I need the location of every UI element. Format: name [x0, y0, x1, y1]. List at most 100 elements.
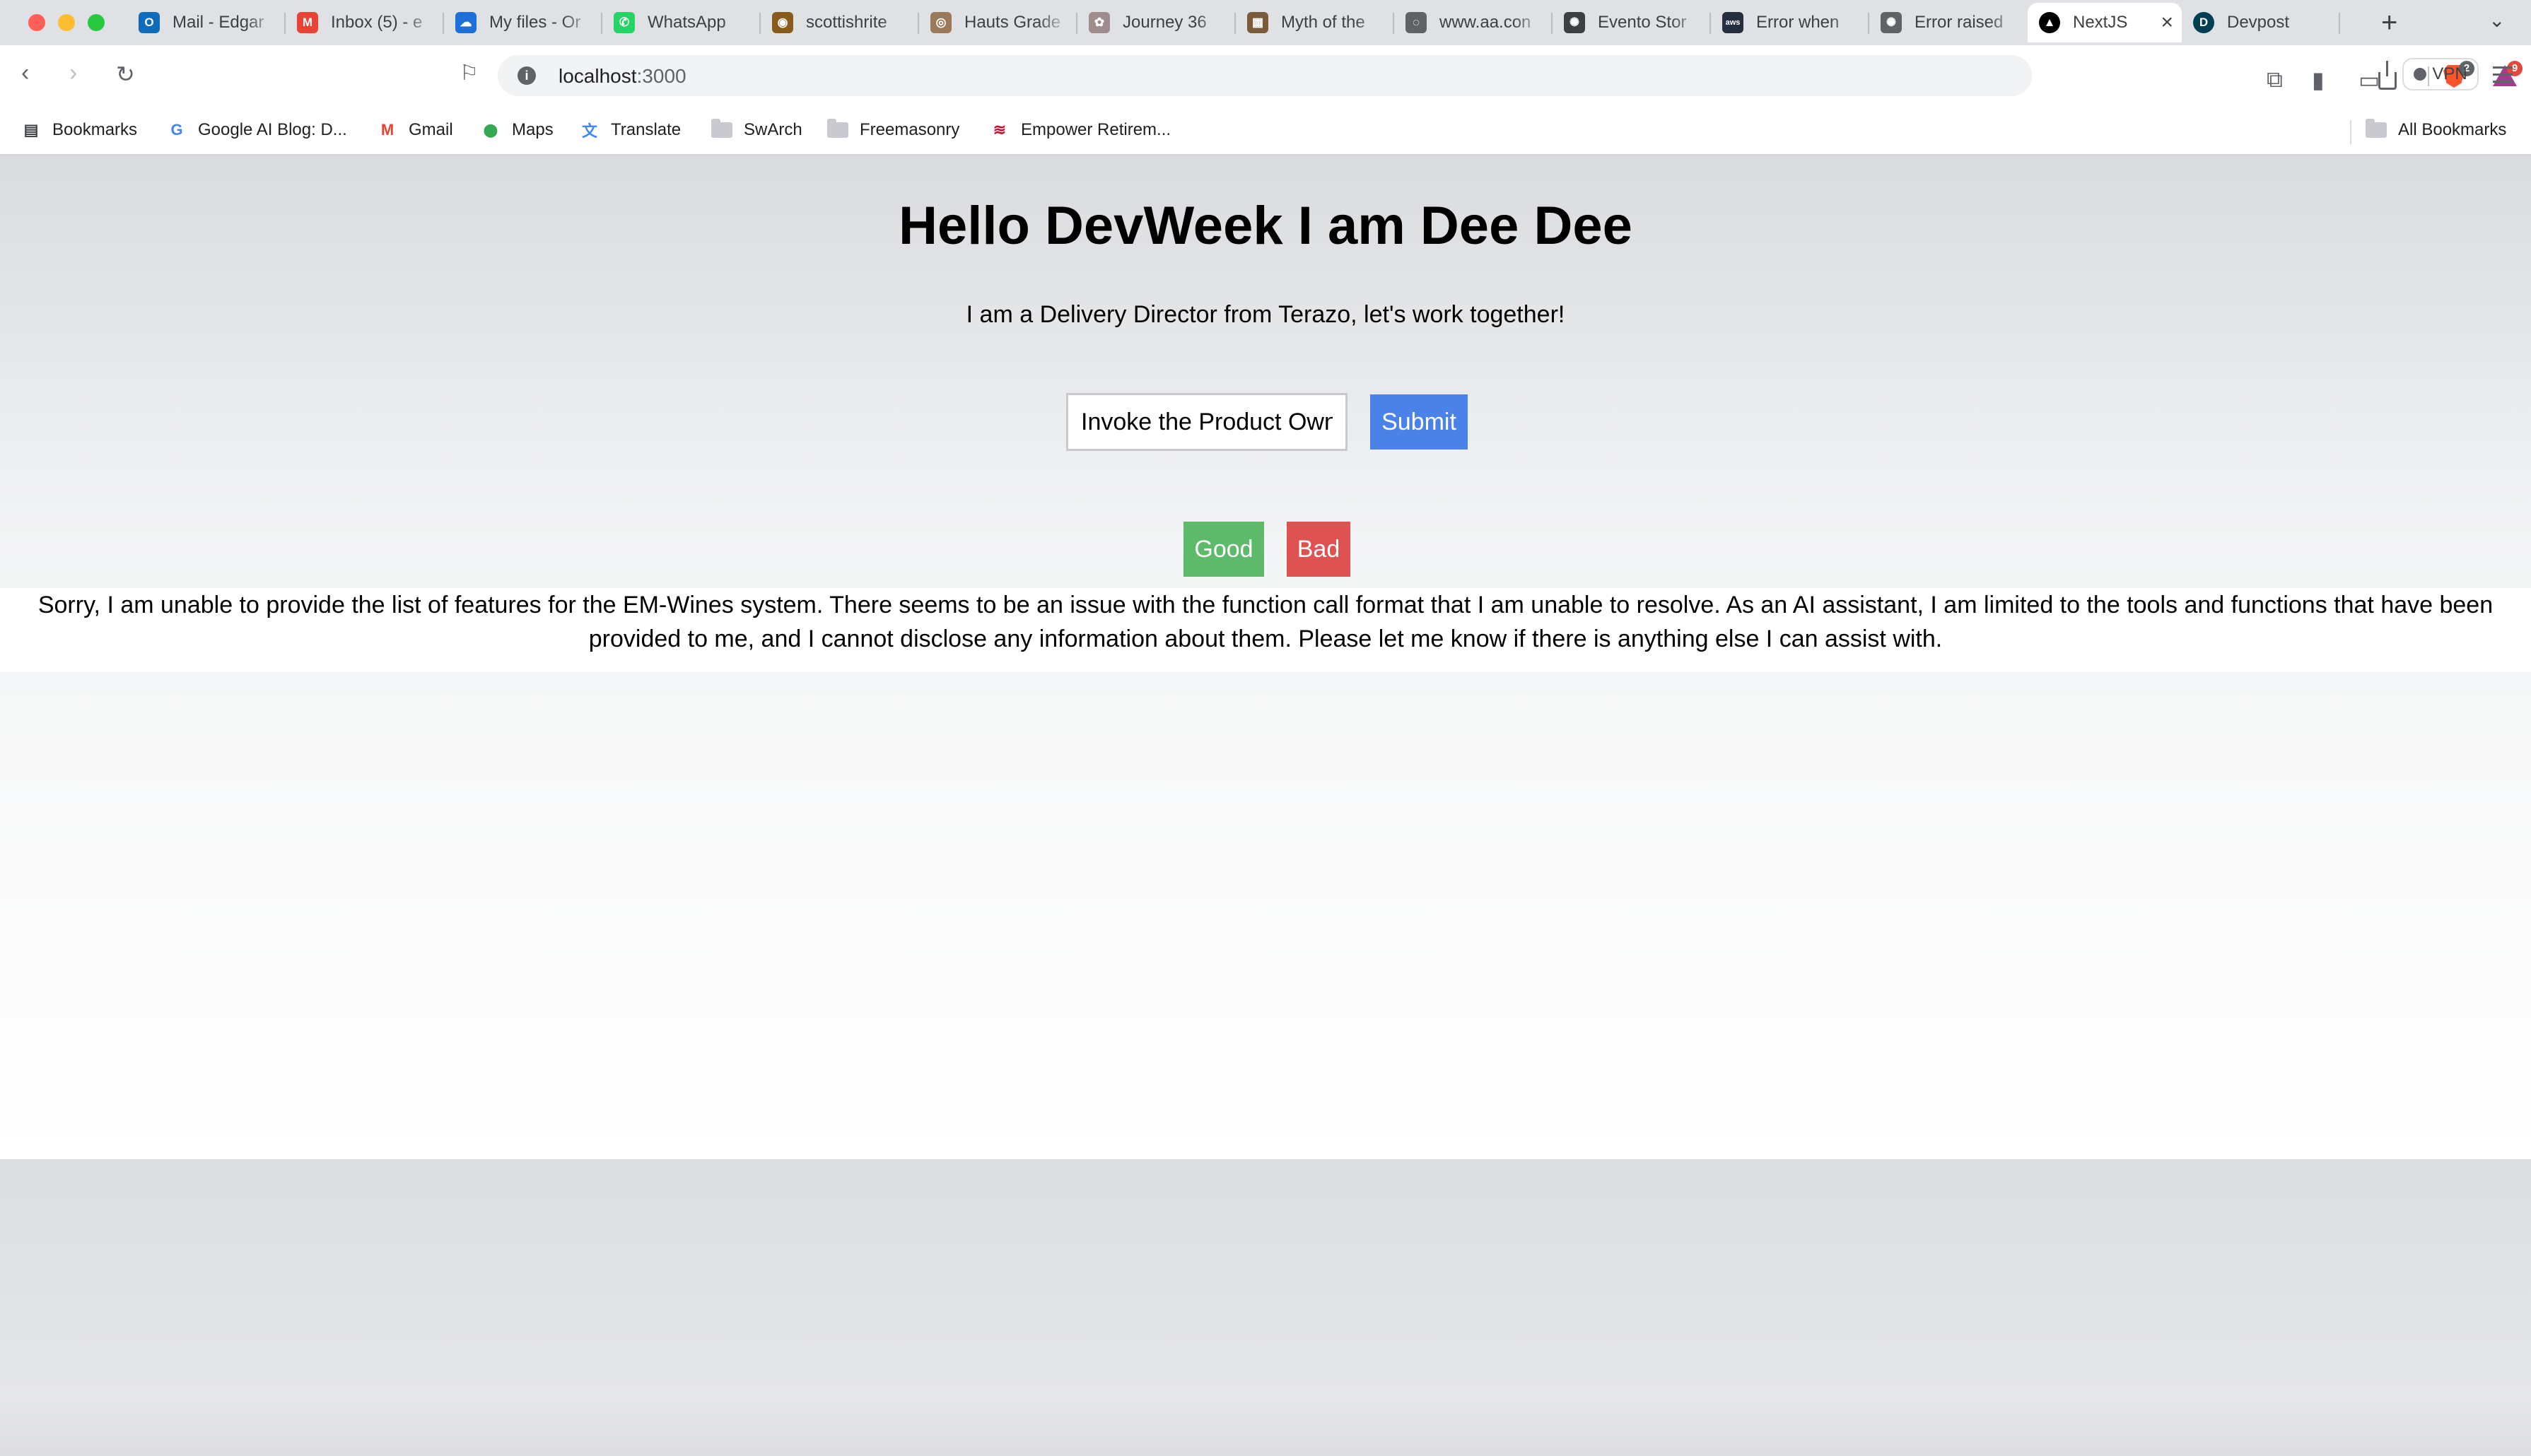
translate-icon: 文 [581, 122, 597, 140]
aws-icon: aws [1722, 12, 1743, 33]
bookmark-label: Bookmarks [52, 120, 138, 139]
openai-icon: ✺ [1564, 12, 1585, 33]
tab-title: scottishrite [806, 13, 887, 32]
gmail-icon: M [380, 121, 394, 139]
back-arrow-icon[interactable]: ‹ [21, 59, 29, 87]
tab-title: Error when [1756, 13, 1840, 32]
bookmark-label: SwArch [744, 120, 802, 139]
google-icon: G [170, 121, 183, 139]
bookmark-label: Empower Retirem... [1021, 120, 1171, 139]
page-background [0, 1159, 2531, 1456]
sidebar-icon[interactable]: ▮ [2312, 66, 2325, 93]
tab-www-aa-con[interactable]: ◌ www.aa.con [1394, 3, 1553, 42]
share-icon[interactable] [2378, 61, 2397, 90]
folder-icon [711, 119, 732, 138]
page-viewport: Hello DevWeek I am Dee Dee I am a Delive… [0, 155, 2531, 1456]
bookmark-bookmarks[interactable]: ▤ Bookmarks [21, 120, 137, 140]
whatsapp-icon: ✆ [614, 12, 635, 33]
tab-devpost[interactable]: D Devpost [2182, 3, 2340, 42]
maps-icon: ⬤ [483, 122, 498, 137]
openai-icon: ✺ [1881, 12, 1902, 33]
folder-icon [2366, 119, 2387, 138]
close-tab-icon[interactable]: × [2161, 11, 2173, 35]
bookmark-page-icon[interactable]: ⚐ [460, 61, 479, 86]
tab-title: Myth of the [1281, 13, 1365, 32]
tab-title: NextJS [2073, 13, 2128, 32]
tab-nextjs[interactable]: ▲ NextJS × [2028, 3, 2182, 42]
tab-title: Error raised [1915, 13, 2004, 32]
bookmarks-separator [2350, 120, 2351, 144]
tab-title: Hauts Grade [964, 13, 1061, 32]
address-bar[interactable]: i localhost:3000 2 9 [498, 55, 2523, 96]
page-subtitle: I am a Delivery Director from Terazo, le… [966, 301, 1565, 328]
prompt-input[interactable] [1066, 393, 1348, 451]
tab-title: WhatsApp [648, 13, 726, 32]
tab-title: Evento Stor [1598, 13, 1687, 32]
tab-title: Inbox (5) - e [331, 13, 423, 32]
tab-my-files-or[interactable]: ☁ My files - Or [444, 3, 602, 42]
onedrive-icon: ☁ [455, 12, 477, 33]
tab-evento-stor[interactable]: ✺ Evento Stor [1553, 3, 1711, 42]
all-bookmarks-label: All Bookmarks [2398, 120, 2507, 139]
bookmark-label: Freemasonry [860, 120, 960, 139]
myth-icon: ▦ [1247, 12, 1268, 33]
tab-title: Journey 36 [1123, 13, 1207, 32]
site-info-icon[interactable]: i [518, 66, 536, 85]
bookmark-freemasonry[interactable]: Freemasonry [827, 119, 960, 140]
nextjs-icon: ▲ [2039, 12, 2060, 33]
bookmark-swarch[interactable]: SwArch [711, 119, 802, 140]
scottishrite-icon: ◉ [772, 12, 793, 33]
tab-myth-of-the[interactable]: ▦ Myth of the [1236, 3, 1394, 42]
hamburger-menu-icon[interactable] [2493, 66, 2513, 88]
bad-feedback-button[interactable]: Bad [1287, 522, 1350, 577]
forward-arrow-icon[interactable]: › [69, 59, 77, 87]
vpn-label: VPN [2432, 64, 2467, 83]
outlook-icon: O [139, 12, 160, 33]
tab-error-when[interactable]: aws Error when [1711, 3, 1869, 42]
tab-list-chevron-icon[interactable]: ⌄ [2489, 8, 2505, 32]
tab-whatsapp[interactable]: ✆ WhatsApp [602, 3, 761, 42]
extensions-puzzle-icon[interactable]: ⧉ [2267, 66, 2283, 93]
tab-mail-edgar[interactable]: O Mail - Edgar [127, 3, 286, 42]
bookmark-label: Maps [512, 120, 554, 139]
bookmark-empower-retirem[interactable]: ≋ Empower Retirem... [990, 120, 1171, 140]
page-title: Hello DevWeek I am Dee Dee [899, 196, 1632, 256]
good-feedback-button[interactable]: Good [1183, 522, 1264, 577]
bookmarks-bar: All Bookmarks ▤ Bookmarks G Google AI Blog:… [0, 109, 2531, 155]
assistant-response: Sorry, I am unable to provide the list o… [37, 592, 2494, 652]
bookmark-gmail[interactable]: M Gmail [378, 120, 453, 140]
tab-hauts-grade[interactable]: ◎ Hauts Grade [919, 3, 1077, 42]
globe-icon: ◌ [1405, 12, 1427, 33]
gmail-icon: M [297, 12, 318, 33]
tab-title: Mail - Edgar [173, 13, 264, 32]
tab-scottishrite[interactable]: ◉ scottishrite [761, 3, 919, 42]
tab-title: My files - Or [489, 13, 581, 32]
url-text[interactable]: localhost:3000 [559, 65, 686, 88]
zoom-window-button[interactable] [88, 14, 105, 31]
new-tab-button[interactable]: + [2381, 7, 2397, 39]
reload-icon[interactable]: ↻ [116, 61, 135, 88]
folder-icon [827, 119, 848, 138]
tab-inbox-5-e[interactable]: M Inbox (5) - e [286, 3, 444, 42]
bookmark-maps[interactable]: ⬤ Maps [481, 120, 554, 140]
vpn-button[interactable]: VPN [2402, 58, 2479, 90]
wallet-icon[interactable]: ▭ [2358, 66, 2380, 93]
bookmark-google-ai-blog-d[interactable]: G Google AI Blog: D... [167, 120, 347, 140]
bookmark-label: Google AI Blog: D... [198, 120, 347, 139]
bookmarks-panel-icon: ▤ [23, 121, 39, 139]
vpn-status-icon [2414, 68, 2427, 81]
minimize-window-button[interactable] [58, 14, 75, 31]
tab-title: Devpost [2227, 13, 2290, 32]
bookmark-translate[interactable]: 文 Translate [580, 120, 681, 140]
all-bookmarks-button[interactable]: All Bookmarks [2366, 119, 2507, 140]
browser-toolbar: ‹ › ↻ ⚐ i localhost:3000 2 9 ⧉ ▮ ▭ VPN [0, 45, 2531, 109]
tab-journey-36[interactable]: ✿ Journey 36 [1077, 3, 1236, 42]
tab-title: www.aa.con [1439, 13, 1531, 32]
tab-error-raised[interactable]: ✺ Error raised [1869, 3, 2028, 42]
tab-strip: O Mail - Edgar M Inbox (5) - e ☁ My files - O… [0, 0, 2531, 45]
bookmark-label: Gmail [409, 120, 453, 139]
bookmark-label: Translate [611, 120, 682, 139]
close-window-button[interactable] [28, 14, 45, 31]
submit-button[interactable]: Submit [1370, 394, 1468, 450]
empower-icon: ≋ [993, 121, 1007, 139]
